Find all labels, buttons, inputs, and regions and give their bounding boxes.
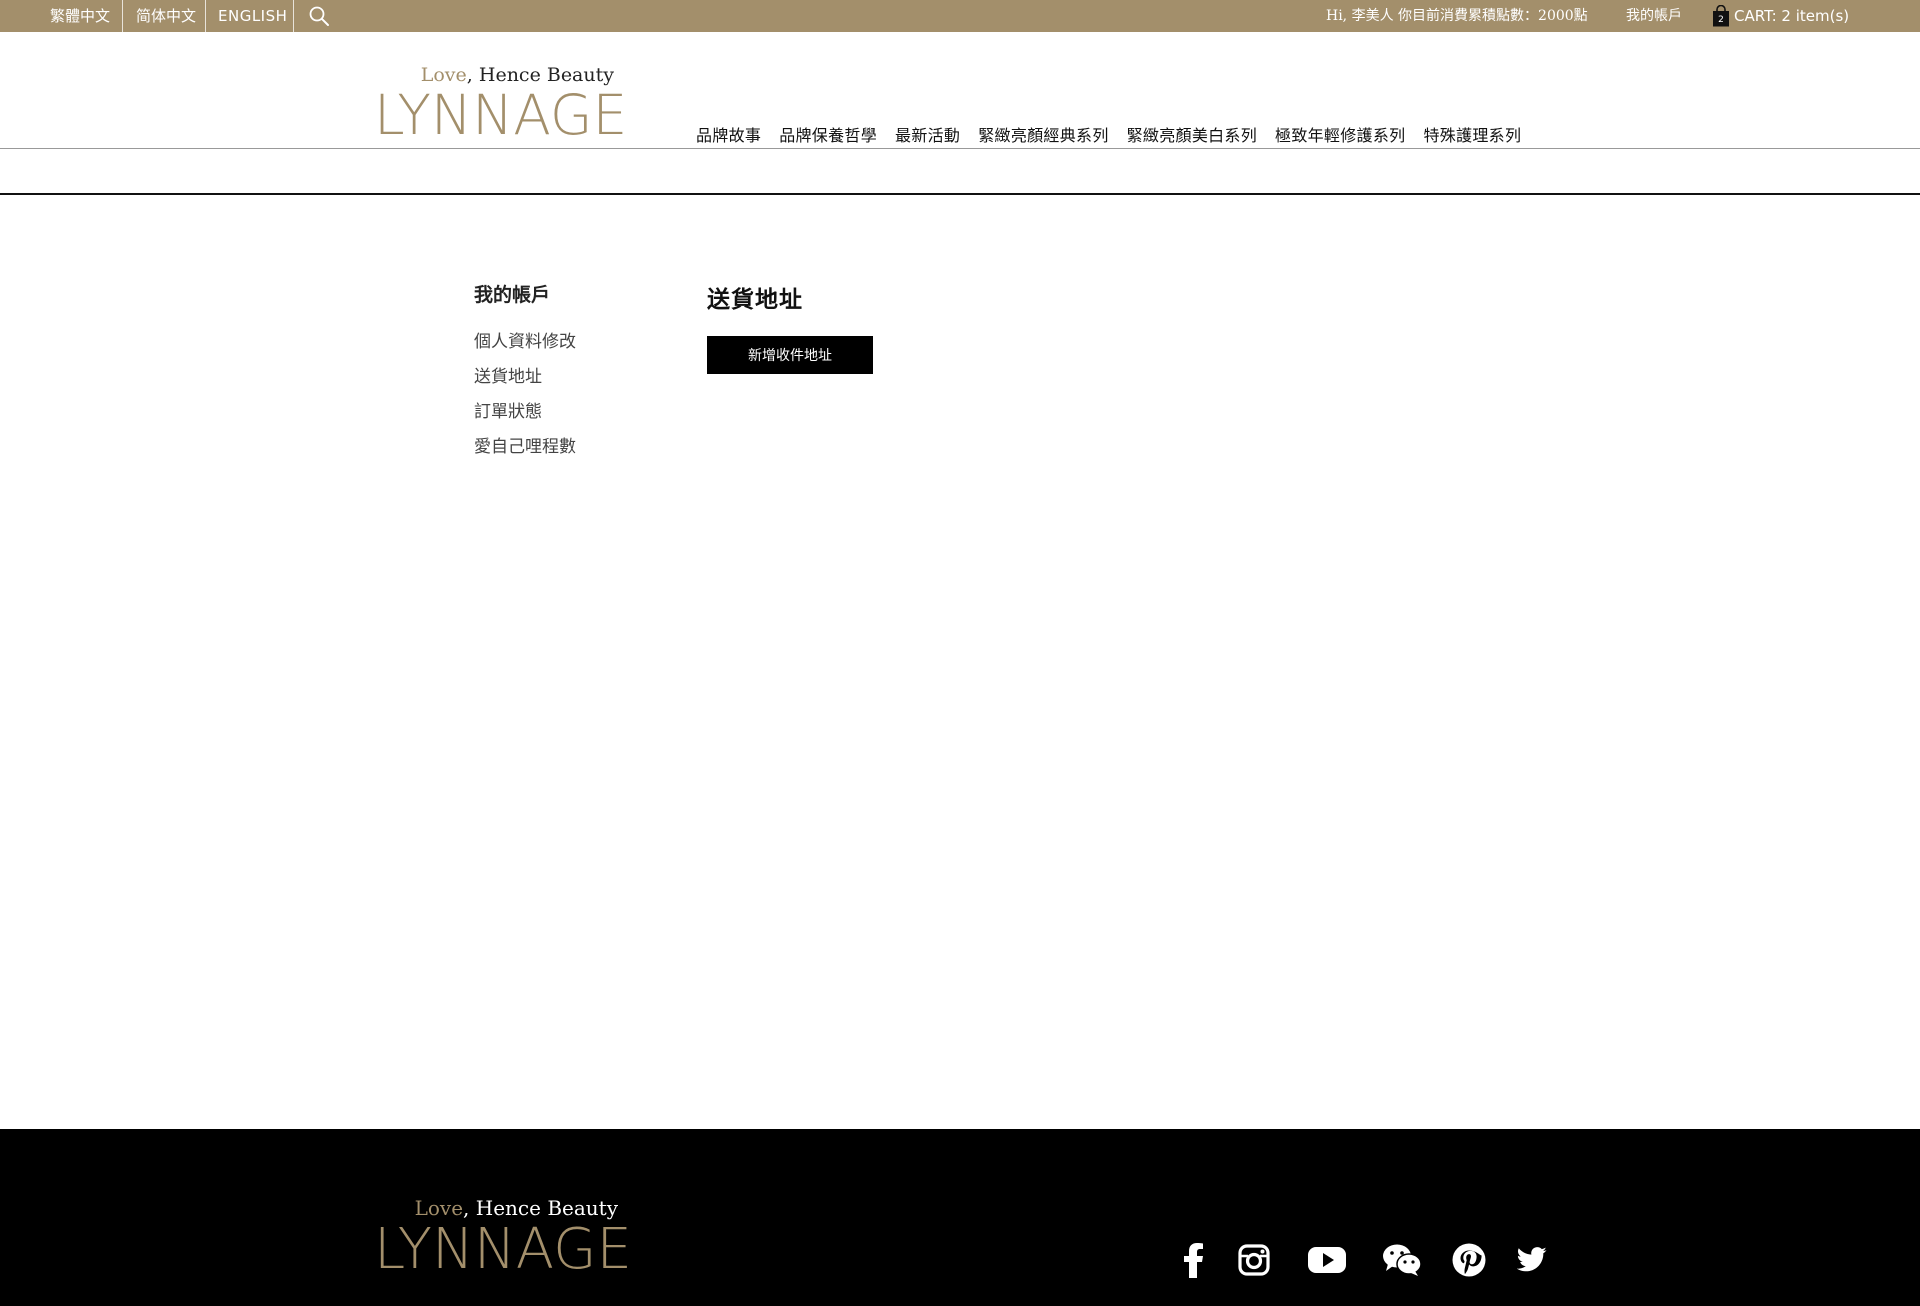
nav-brand-story[interactable]: 品牌故事 <box>696 122 761 146</box>
my-account-link[interactable]: 我的帳戶 <box>1626 0 1682 32</box>
lang-english[interactable]: ENGLISH <box>206 0 294 32</box>
pinterest-icon[interactable] <box>1450 1240 1488 1280</box>
main-nav: 品牌故事 品牌保養哲學 最新活動 緊緻亮顏經典系列 緊緻亮顏美白系列 極致年輕修… <box>696 122 1539 146</box>
logo-wordmark: LYNNAGE <box>374 83 628 147</box>
footer <box>0 1129 1920 1306</box>
page-title: 送貨地址 <box>707 287 803 313</box>
nav-brand-philosophy[interactable]: 品牌保養哲學 <box>779 122 877 146</box>
sidebar-item-loyalty-miles[interactable]: 愛自己哩程數 <box>474 432 576 457</box>
cart-count-badge: 2 <box>1718 15 1724 25</box>
top-bar: 繁體中文 简体中文 ENGLISH Hi, 李美人 你目前消費累積點數：2000… <box>0 0 1920 32</box>
lang-traditional-chinese[interactable]: 繁體中文 <box>50 0 123 32</box>
nav-special-care-series[interactable]: 特殊護理系列 <box>1423 122 1521 146</box>
instagram-icon[interactable] <box>1236 1240 1272 1280</box>
cart-link[interactable]: 2 CART: 2 item(s) <box>1712 0 1849 32</box>
twitter-icon[interactable] <box>1516 1240 1548 1280</box>
sidebar-item-shipping-address[interactable]: 送貨地址 <box>474 362 542 387</box>
cart-label: CART: 2 item(s) <box>1734 7 1850 25</box>
shopping-bag-icon: 2 <box>1712 4 1730 27</box>
add-address-button[interactable]: 新增收件地址 <box>707 336 873 374</box>
footer-logo[interactable]: Love, Hence Beauty LYNNAGE <box>374 1196 632 1282</box>
nav-latest-events[interactable]: 最新活動 <box>895 122 960 146</box>
brand-logo[interactable]: Love, Hence Beauty LYNNAGE <box>374 64 628 147</box>
subheader-divider <box>0 193 1920 195</box>
member-greeting: Hi, 李美人 你目前消費累積點數：2000點 <box>1326 8 1588 24</box>
nav-whitening-series[interactable]: 緊緻亮顏美白系列 <box>1127 122 1257 146</box>
sidebar-item-profile[interactable]: 個人資料修改 <box>474 327 576 352</box>
header-divider <box>0 148 1920 149</box>
facebook-icon[interactable] <box>1180 1240 1208 1280</box>
youtube-icon[interactable] <box>1306 1240 1348 1280</box>
nav-classic-series[interactable]: 緊緻亮顏經典系列 <box>978 122 1108 146</box>
wechat-icon[interactable] <box>1382 1240 1422 1280</box>
sidebar-item-order-status[interactable]: 訂單狀態 <box>474 397 542 422</box>
footer-logo-wordmark: LYNNAGE <box>374 1217 632 1282</box>
account-sidebar-title: 我的帳戶 <box>474 284 551 306</box>
nav-youth-repair-series[interactable]: 極致年輕修護系列 <box>1275 122 1405 146</box>
lang-simplified-chinese[interactable]: 简体中文 <box>122 0 206 32</box>
search-icon[interactable] <box>308 5 330 27</box>
